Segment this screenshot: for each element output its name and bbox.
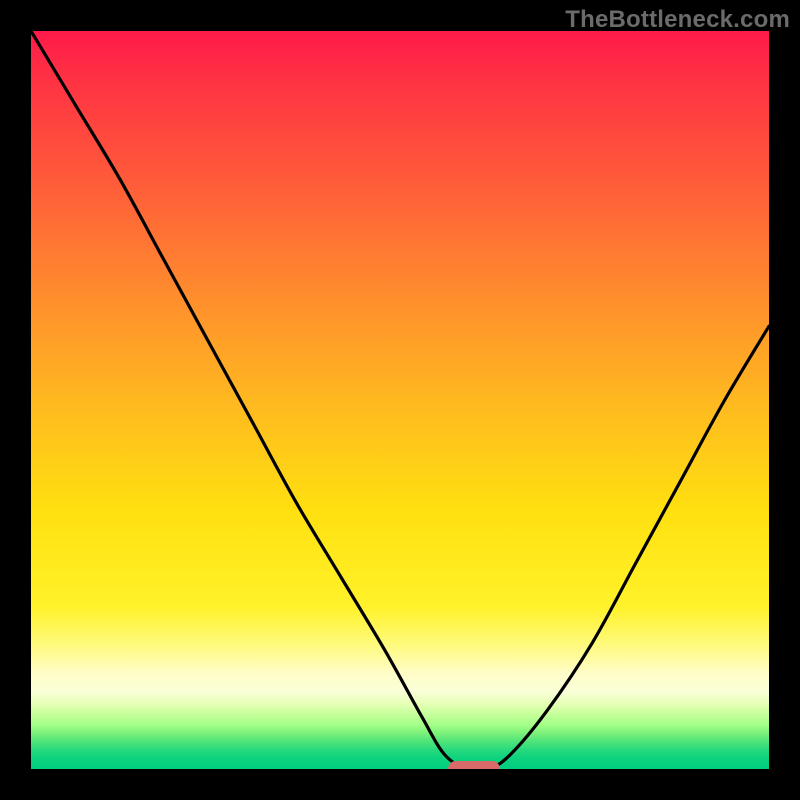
plot-area — [31, 31, 769, 769]
watermark-text: TheBottleneck.com — [565, 6, 790, 34]
optimum-marker — [448, 761, 500, 769]
bottleneck-curve — [31, 31, 769, 769]
chart-frame: TheBottleneck.com — [0, 0, 800, 800]
